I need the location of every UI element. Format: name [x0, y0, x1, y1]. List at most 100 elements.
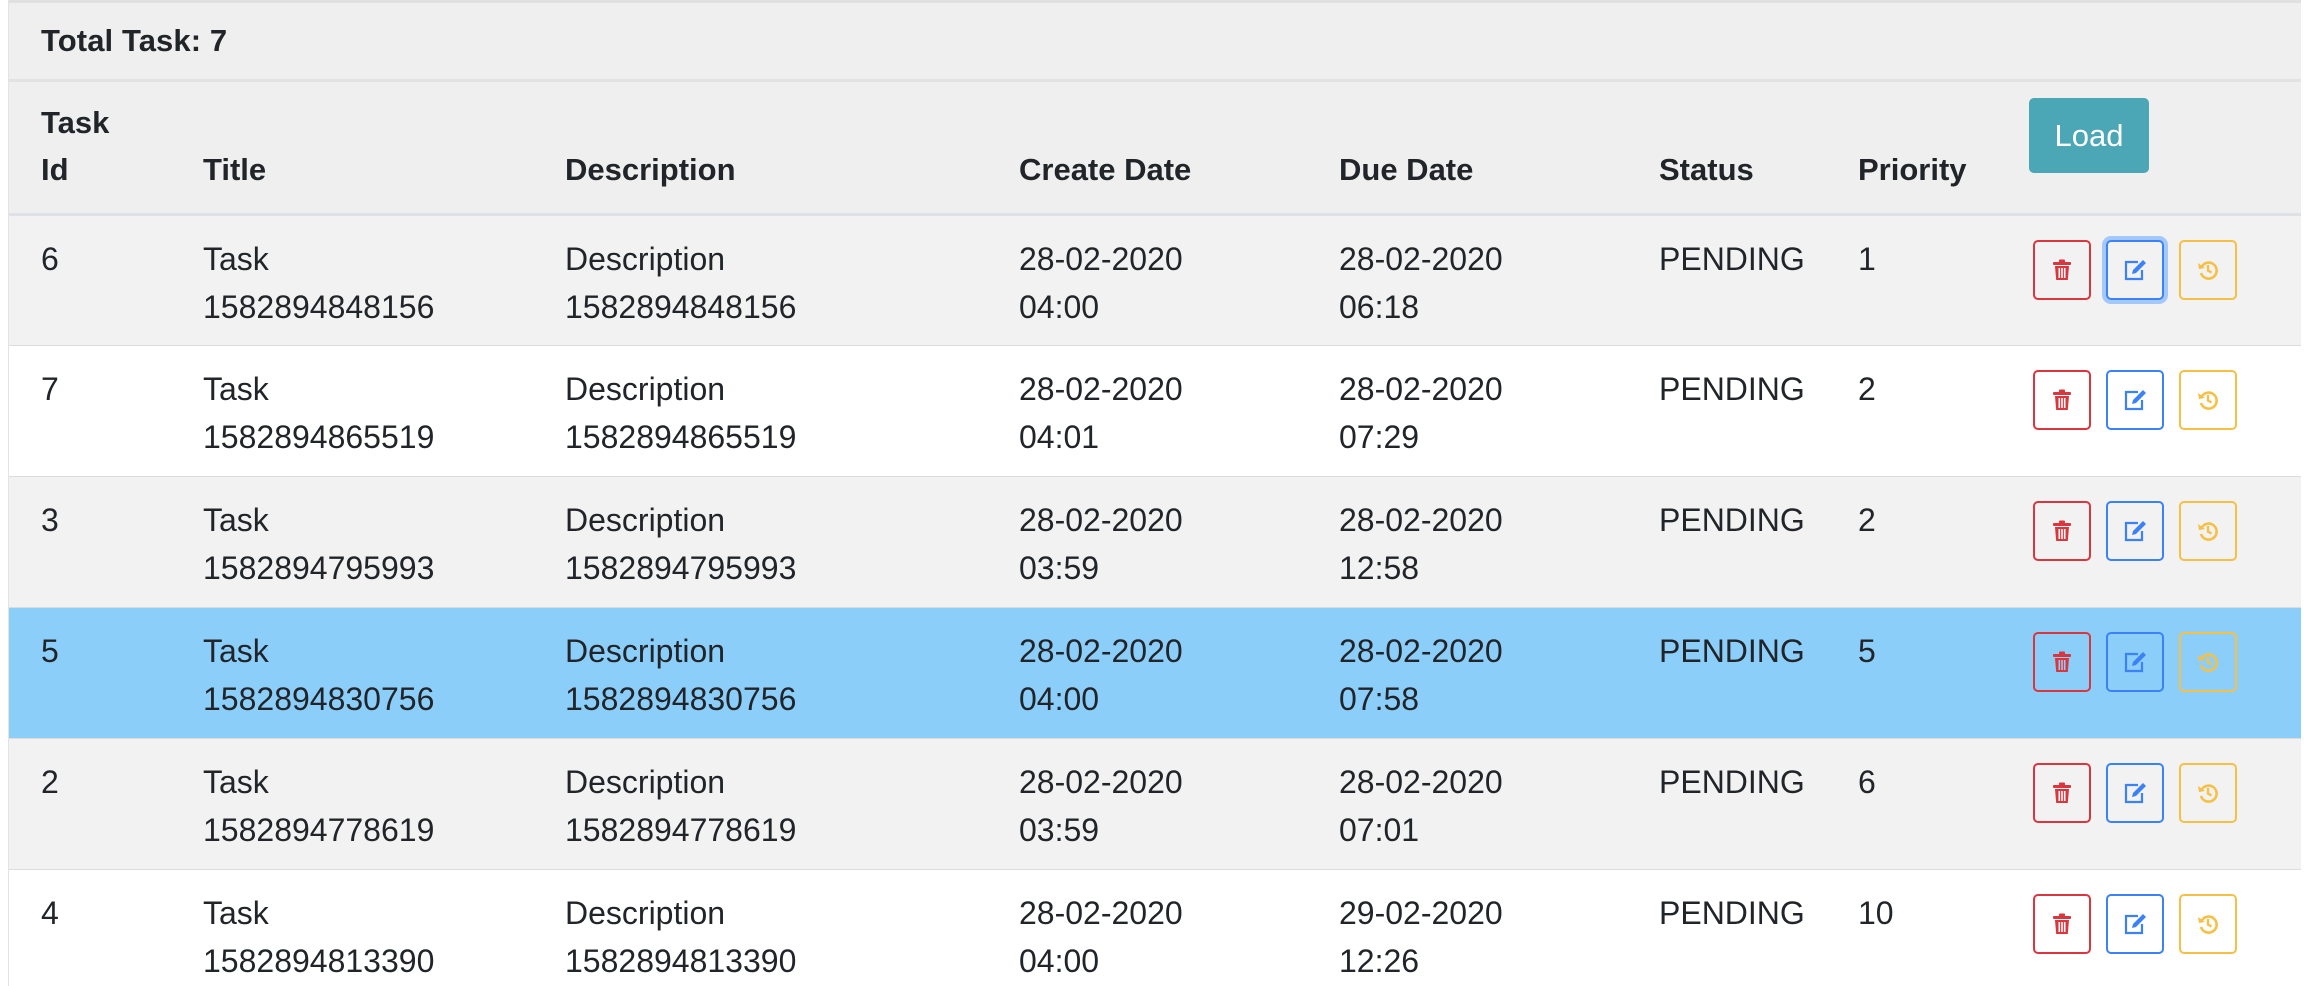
delete-button[interactable]	[2033, 369, 2091, 430]
column-header-actions: Load	[2001, 82, 2301, 216]
cell-title-line2: 1582894778619	[203, 811, 435, 848]
delete-button[interactable]	[2033, 631, 2091, 692]
cell-description-line2: 1582894848156	[565, 288, 797, 325]
column-header-create-date[interactable]: Create Date	[987, 82, 1307, 216]
edit-icon	[2124, 651, 2146, 672]
cell-due-date-time: 07:01	[1339, 811, 1420, 848]
cell-title-line1: Task	[203, 501, 269, 538]
cell-create-date-day: 28-02-2020	[1019, 240, 1183, 277]
column-header-task-id[interactable]: Task Id	[9, 82, 171, 216]
cell-title-line2: 1582894813390	[203, 942, 435, 979]
history-icon	[2198, 783, 2218, 803]
cell-task-id: 5	[41, 632, 59, 669]
cell-title-line2: 1582894795993	[203, 549, 435, 586]
trash-icon	[2053, 389, 2071, 410]
table-row[interactable]: 7 Task 1582894865519 Description 158289486…	[9, 345, 2301, 476]
cell-description-line1: Description	[565, 894, 726, 931]
delete-button[interactable]	[2033, 239, 2091, 300]
cell-actions	[2001, 214, 2301, 345]
cell-title-line1: Task	[203, 763, 269, 800]
column-header-due-date[interactable]: Due Date	[1307, 82, 1627, 216]
edit-button[interactable]	[2106, 239, 2164, 300]
cell-priority: 2	[1858, 501, 1876, 538]
cell-due-date-time: 12:58	[1339, 549, 1420, 586]
cell-priority: 6	[1858, 763, 1876, 800]
cell-priority: 10	[1858, 894, 1894, 931]
table-row[interactable]: 2 Task 1582894778619 Description 158289477…	[9, 738, 2301, 869]
cell-due-date-day: 29-02-2020	[1339, 894, 1503, 931]
cell-status: PENDING	[1659, 501, 1805, 538]
trash-icon	[2053, 651, 2071, 672]
edit-icon	[2124, 913, 2146, 934]
cell-title-line1: Task	[203, 894, 269, 931]
task-panel: Total Task: 7 Task Id Title Description …	[8, 0, 2301, 986]
cell-create-date-time: 04:00	[1019, 680, 1100, 717]
cell-priority: 5	[1858, 632, 1876, 669]
cell-create-date: 28-02-2020 04:01	[987, 345, 1307, 476]
column-header-priority[interactable]: Priority	[1826, 82, 2001, 216]
cell-create-date-day: 28-02-2020	[1019, 894, 1183, 931]
cell-due-date: 28-02-2020 06:18	[1307, 214, 1627, 345]
cell-description-line2: 1582894778619	[565, 811, 797, 848]
delete-button[interactable]	[2033, 893, 2091, 954]
cell-description: Description 1582894813390	[533, 869, 987, 986]
cell-due-date: 29-02-2020 12:26	[1307, 869, 1627, 986]
edit-button[interactable]	[2106, 500, 2164, 561]
cell-description-line1: Description	[565, 370, 726, 407]
cell-status: PENDING	[1659, 632, 1805, 669]
history-button[interactable]	[2179, 369, 2237, 430]
column-header-title[interactable]: Title	[171, 82, 533, 216]
cell-due-date-time: 06:18	[1339, 288, 1420, 325]
table-row-selected[interactable]: 5 Task 1582894830756 Description 158289483…	[9, 607, 2301, 738]
table-row[interactable]: 4 Task 1582894813390 Description 158289481…	[9, 869, 2301, 986]
edit-button[interactable]	[2106, 369, 2164, 430]
cell-actions	[2001, 345, 2301, 476]
cell-actions	[2001, 476, 2301, 607]
cell-title: Task 1582894848156	[171, 214, 533, 345]
cell-status: PENDING	[1659, 894, 1805, 931]
cell-due-date-day: 28-02-2020	[1339, 370, 1503, 407]
cell-title: Task 1582894795993	[171, 476, 533, 607]
cell-due-date-time: 12:26	[1339, 942, 1420, 979]
edit-button[interactable]	[2106, 762, 2164, 823]
cell-status: PENDING	[1659, 763, 1805, 800]
cell-create-date: 28-02-2020 03:59	[987, 476, 1307, 607]
cell-task-id: 4	[41, 894, 59, 931]
edit-button[interactable]	[2106, 893, 2164, 954]
cell-title-line2: 1582894848156	[203, 288, 435, 325]
trash-icon	[2053, 259, 2071, 280]
history-icon	[2198, 652, 2218, 672]
cell-task-id: 2	[41, 763, 59, 800]
trash-icon	[2053, 520, 2071, 541]
cell-task-id: 7	[41, 370, 59, 407]
cell-due-date-time: 07:58	[1339, 680, 1420, 717]
column-header-description[interactable]: Description	[533, 82, 987, 216]
table-row[interactable]: 6 Task 1582894848156 Description 158289484…	[9, 214, 2301, 345]
table-row[interactable]: 3 Task 1582894795993 Description 158289479…	[9, 476, 2301, 607]
history-button[interactable]	[2179, 631, 2237, 692]
cell-description: Description 1582894778619	[533, 738, 987, 869]
cell-task-id: 3	[41, 501, 59, 538]
task-summary-header: Total Task: 7	[9, 0, 2301, 82]
delete-button[interactable]	[2033, 762, 2091, 823]
column-header-status[interactable]: Status	[1627, 82, 1826, 216]
cell-create-date-time: 04:01	[1019, 418, 1100, 455]
cell-status: PENDING	[1659, 240, 1805, 277]
cell-task-id: 6	[41, 240, 59, 277]
cell-create-date-time: 04:00	[1019, 942, 1100, 979]
task-table-body: 6 Task 1582894848156 Description 158289484…	[9, 214, 2301, 986]
cell-due-date-day: 28-02-2020	[1339, 763, 1503, 800]
history-button[interactable]	[2179, 762, 2237, 823]
cell-title: Task 1582894778619	[171, 738, 533, 869]
cell-title-line1: Task	[203, 632, 269, 669]
delete-button[interactable]	[2033, 500, 2091, 561]
cell-due-date-day: 28-02-2020	[1339, 632, 1503, 669]
cell-due-date: 28-02-2020 07:58	[1307, 607, 1627, 738]
history-button[interactable]	[2179, 893, 2237, 954]
cell-description-line2: 1582894813390	[565, 942, 797, 979]
cell-title-line2: 1582894830756	[203, 680, 435, 717]
history-button[interactable]	[2179, 239, 2237, 300]
load-button[interactable]: Load	[2029, 97, 2149, 173]
history-button[interactable]	[2179, 500, 2237, 561]
edit-button[interactable]	[2106, 631, 2164, 692]
